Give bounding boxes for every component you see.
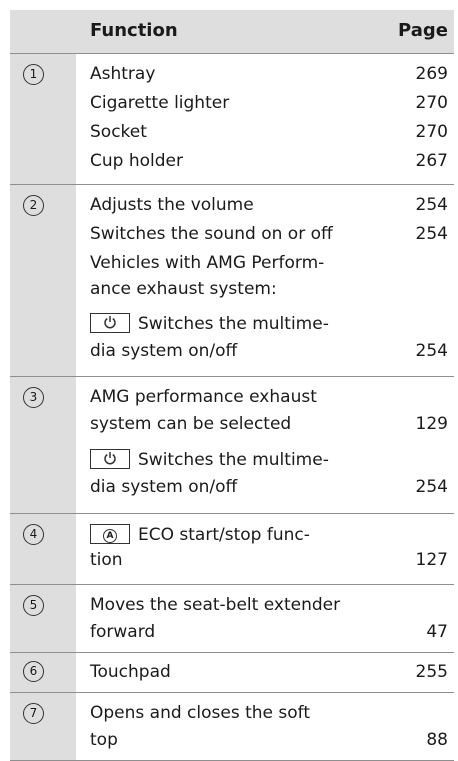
number-cell: 2	[10, 185, 76, 376]
page-column-header: Page	[398, 20, 448, 41]
function-item: Cigarette lighter 270	[90, 91, 448, 115]
function-text: Cup holder	[90, 151, 183, 171]
table-row: 4 A ECO start/stop func- tion 127	[10, 514, 454, 585]
table-row: 3 AMG performance exhaust system can be …	[10, 377, 454, 514]
table-row: 2 Adjusts the volume 254 Switches the so…	[10, 185, 454, 377]
function-text: Cigarette lighter	[90, 93, 230, 113]
function-cell: Opens and closes the soft top 88	[76, 693, 454, 760]
function-cell: Touchpad 255	[76, 653, 454, 692]
header-number-cell	[10, 10, 76, 53]
page-number: 254	[415, 477, 448, 497]
row-number-badge: 3	[23, 387, 44, 408]
function-text: ance exhaust system:	[90, 279, 277, 299]
row-number-badge: 5	[23, 595, 44, 616]
function-cell: Adjusts the volume 254 Switches the soun…	[76, 185, 454, 376]
eco-start-stop-icon: A	[91, 525, 129, 543]
page-number: 129	[415, 414, 448, 434]
function-item: tion 127	[90, 548, 448, 572]
function-text: AMG performance exhaust	[90, 387, 317, 407]
function-text: Socket	[90, 122, 147, 142]
function-text: top	[90, 730, 118, 750]
table-row: 5 Moves the seat-belt extender forward 4…	[10, 585, 454, 653]
page-number: 88	[426, 730, 448, 750]
function-item: Moves the seat-belt extender	[90, 593, 448, 617]
page-number: 269	[415, 64, 448, 84]
function-item: A ECO start/stop func-	[90, 523, 448, 547]
function-text: Moves the seat-belt extender	[90, 595, 341, 615]
function-item: Opens and closes the soft	[90, 701, 448, 725]
power-icon	[104, 452, 116, 465]
function-item: Switches the sound on or off 254	[90, 222, 448, 246]
page-number: 254	[415, 341, 448, 361]
function-text: dia system on/off	[90, 341, 238, 361]
number-cell: 3	[10, 377, 76, 513]
function-table: Function Page 1 Ashtray 269 Cigarette li…	[10, 10, 454, 761]
page-number: 255	[415, 662, 448, 682]
function-item: Ashtray 269	[90, 62, 448, 86]
function-column-header: Function	[90, 20, 178, 41]
function-text: Touchpad	[90, 662, 171, 682]
function-text: dia system on/off	[90, 477, 238, 497]
table-row: 7 Opens and closes the soft top 88	[10, 693, 454, 761]
function-text: Adjusts the volume	[90, 195, 254, 215]
number-cell: 6	[10, 653, 76, 692]
table-header: Function Page	[10, 10, 454, 54]
table-row: 1 Ashtray 269 Cigarette lighter 270 Sock…	[10, 54, 454, 185]
power-key	[90, 449, 130, 469]
page-number: 254	[415, 224, 448, 244]
page-number: 270	[415, 122, 448, 142]
function-text: Vehicles with AMG Perform-	[90, 253, 325, 273]
row-number-badge: 7	[23, 703, 44, 724]
table-row: 6 Touchpad 255	[10, 653, 454, 693]
function-item: top 88	[90, 728, 448, 752]
header-main-cell: Function Page	[76, 10, 454, 53]
function-item: dia system on/off 254	[90, 339, 448, 363]
function-item: system can be selected 129	[90, 412, 448, 436]
number-cell: 4	[10, 514, 76, 584]
page-number: 270	[415, 93, 448, 113]
function-item: forward 47	[90, 620, 448, 644]
function-item: Switches the multime-	[90, 312, 448, 336]
row-number-badge: 6	[23, 661, 44, 682]
number-cell: 7	[10, 693, 76, 760]
number-cell: 5	[10, 585, 76, 652]
function-text: tion	[90, 550, 123, 570]
function-item: Vehicles with AMG Perform-	[90, 251, 448, 275]
function-text: ECO start/stop func-	[138, 525, 310, 545]
eco-start-stop-key: A	[90, 524, 130, 544]
power-key	[90, 313, 130, 333]
function-text: system can be selected	[90, 414, 292, 434]
row-number-badge: 4	[23, 524, 44, 545]
function-item: Switches the multime-	[90, 448, 448, 472]
function-text: Switches the multime-	[138, 450, 329, 470]
function-cell: A ECO start/stop func- tion 127	[76, 514, 454, 584]
function-item: AMG performance exhaust	[90, 385, 448, 409]
function-cell: AMG performance exhaust system can be se…	[76, 377, 454, 513]
power-icon	[104, 316, 116, 329]
function-text: Opens and closes the soft	[90, 703, 311, 723]
function-item: ance exhaust system:	[90, 277, 448, 301]
page-number: 254	[415, 195, 448, 215]
function-text: Switches the sound on or off	[90, 224, 333, 244]
page-number: 47	[426, 622, 448, 642]
function-item: Cup holder 267	[90, 149, 448, 173]
function-cell: Ashtray 269 Cigarette lighter 270 Socket…	[76, 54, 454, 184]
function-item: dia system on/off 254	[90, 475, 448, 499]
function-cell: Moves the seat-belt extender forward 47	[76, 585, 454, 652]
function-item: Adjusts the volume 254	[90, 193, 448, 217]
row-number-badge: 2	[23, 195, 44, 216]
function-item: Touchpad 255	[90, 660, 448, 684]
row-number-badge: 1	[23, 64, 44, 85]
function-text: Switches the multime-	[138, 314, 329, 334]
function-text: Ashtray	[90, 64, 156, 84]
page-number: 127	[415, 550, 448, 570]
number-cell: 1	[10, 54, 76, 184]
page-number: 267	[415, 151, 448, 171]
function-item: Socket 270	[90, 120, 448, 144]
function-text: forward	[90, 622, 156, 642]
